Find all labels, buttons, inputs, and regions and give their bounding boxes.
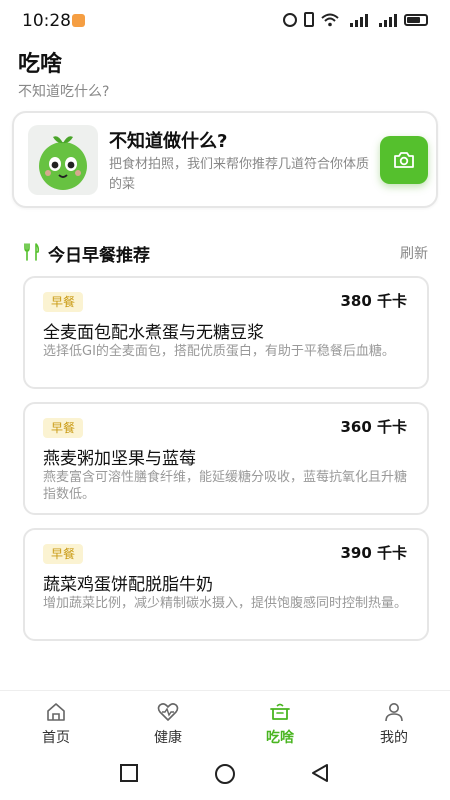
meal-description: 燕麦富含可溶性膳食纤维，能延缓糖分吸收，蓝莓抗氧化且升糖指数低。 — [43, 470, 408, 502]
notification-badge-icon — [72, 14, 85, 27]
status-time: 10:28 — [22, 11, 71, 31]
refresh-button[interactable]: 刷新 — [400, 243, 428, 263]
vibrate-icon — [304, 12, 314, 27]
pot-icon — [270, 703, 290, 720]
page-subtitle: 不知道吃什么? — [18, 84, 110, 100]
hero-title: 不知道做什么? — [109, 131, 228, 152]
meal-description: 选择低GI的全麦面包，搭配优质蛋白，有助于平稳餐后血糖。 — [43, 344, 395, 359]
tab-eat[interactable]: 吃啥 — [224, 691, 336, 751]
tab-label: 健康 — [154, 730, 182, 746]
meal-tag: 早餐 — [43, 544, 84, 564]
meal-tag: 早餐 — [43, 418, 84, 438]
heart-pulse-icon — [157, 703, 179, 721]
meal-name: 蔬菜鸡蛋饼配脱脂牛奶 — [43, 575, 213, 595]
meal-card[interactable]: 早餐 360 千卡 燕麦粥加坚果与蓝莓 燕麦富含可溶性膳食纤维，能延缓糖分吸收，… — [23, 402, 429, 515]
signal-icon — [350, 13, 368, 27]
mascot-icon — [39, 136, 87, 190]
breakfast-section-header: 今日早餐推荐 刷新 — [24, 241, 434, 266]
mascot-image — [28, 125, 98, 195]
camera-icon — [394, 152, 414, 168]
camera-button[interactable] — [380, 136, 428, 184]
meal-name: 全麦面包配水煮蛋与无糖豆浆 — [43, 323, 264, 343]
status-icons — [283, 12, 428, 27]
meal-calories: 360 千卡 — [340, 418, 407, 436]
wifi-icon — [321, 13, 339, 26]
alarm-icon — [283, 12, 297, 27]
battery-icon — [404, 13, 428, 26]
tab-label: 我的 — [380, 730, 408, 746]
meal-card[interactable]: 早餐 390 千卡 蔬菜鸡蛋饼配脱脂牛奶 增加蔬菜比例，减少精制碳水摄入，提供饱… — [23, 528, 429, 641]
tab-profile[interactable]: 我的 — [338, 691, 450, 751]
meal-description: 增加蔬菜比例，减少精制碳水摄入，提供饱腹感同时控制热量。 — [43, 596, 408, 611]
tab-label: 首页 — [42, 730, 70, 746]
meal-name: 燕麦粥加坚果与蓝莓 — [43, 449, 196, 469]
recents-button[interactable] — [119, 763, 139, 783]
signal-icon-2 — [379, 13, 397, 27]
photo-recommend-card[interactable]: 不知道做什么? 把食材拍照，我们来帮你推荐几道符合你体质的菜 — [12, 111, 438, 208]
home-icon — [47, 703, 65, 721]
section-title: 今日早餐推荐 — [48, 246, 150, 266]
page-title: 吃啥 — [18, 52, 63, 77]
system-nav-bar — [0, 750, 450, 800]
person-icon — [385, 703, 403, 722]
meal-tag: 早餐 — [43, 292, 84, 312]
meal-calories: 390 千卡 — [340, 544, 407, 562]
bottom-tab-bar: 首页 健康 吃啥 我的 — [0, 690, 450, 751]
hero-description: 把食材拍照，我们来帮你推荐几道符合你体质的菜 — [109, 157, 370, 192]
tab-label: 吃啥 — [266, 730, 294, 746]
status-bar: 10:28 — [0, 0, 450, 40]
fork-knife-icon — [24, 243, 40, 261]
tab-health[interactable]: 健康 — [112, 691, 224, 751]
tab-home[interactable]: 首页 — [0, 691, 112, 751]
home-nav-button[interactable] — [214, 763, 236, 785]
meal-calories: 380 千卡 — [340, 292, 407, 310]
back-button[interactable] — [310, 763, 330, 783]
meal-card[interactable]: 早餐 380 千卡 全麦面包配水煮蛋与无糖豆浆 选择低GI的全麦面包，搭配优质蛋… — [23, 276, 429, 389]
